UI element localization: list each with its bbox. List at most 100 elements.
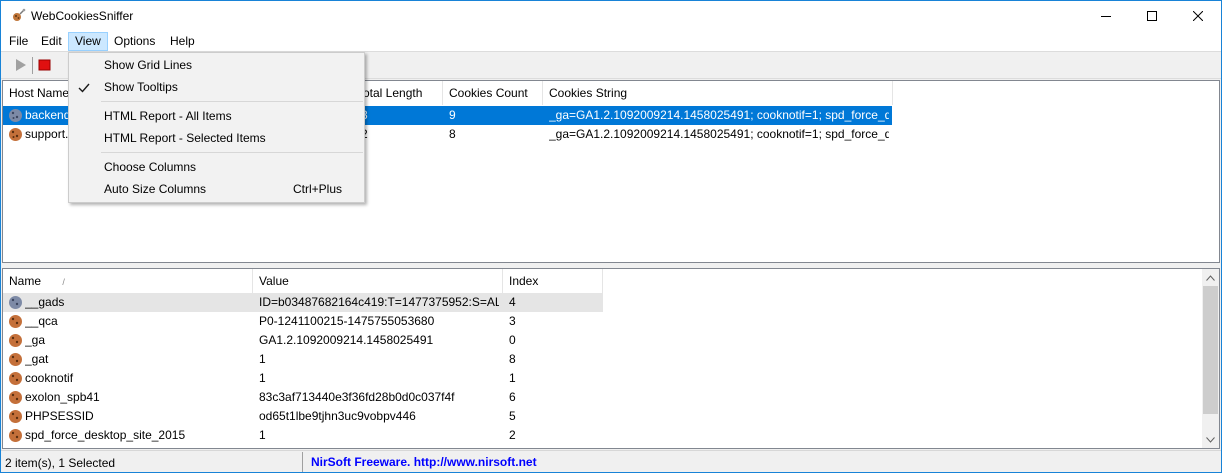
menu-item-label: HTML Report - All Items [104,109,232,123]
index-cell: 5 [509,409,516,423]
column-name-label: Name [9,274,42,288]
menu-item-show-grid-lines[interactable]: Show Grid Lines [71,54,362,76]
cookie-icon [8,409,23,424]
index-cell: 1 [509,371,516,385]
index-cell: 3 [509,314,516,328]
column-total-length-label: Total Length [357,86,423,100]
status-bar: 2 item(s), 1 Selected NirSoft Freeware. … [1,450,1221,472]
title-bar: WebCookiesSniffer [1,1,1221,31]
table-row[interactable]: spd_force_desktop_site_2015 1 2 [3,426,603,445]
status-divider [302,452,303,472]
table-row[interactable]: cooknotif 1 1 [3,369,603,388]
menu-item-choose-columns[interactable]: Choose Columns [71,156,362,178]
menu-item-label: Choose Columns [104,160,197,174]
count-cell: 8 [449,127,456,141]
cookies-list[interactable]: Name / Value Index __gads ID=b0348768216… [2,268,1220,449]
value-cell: od65t1lbe9tjhn3uc9vobpv446 [259,409,416,423]
name-cell: _ga [25,333,46,347]
menu-item-shortcut: Ctrl+Plus [292,182,342,196]
length-cell: 3 [361,106,441,125]
app-window: WebCookiesSniffer File Edit View Options… [0,0,1222,473]
view-menu-dropdown: Show Grid Lines Show Tooltips HTML Repor… [68,52,365,203]
status-count: 2 item(s), 1 Selected [5,456,116,470]
close-button[interactable] [1175,1,1221,31]
table-row[interactable]: exolon_spb41 83c3af713440e3f36fd28b0d0c0… [3,388,603,407]
menu-item-label: Auto Size Columns [104,182,207,196]
value-cell: GA1.2.1092009214.1458025491 [259,333,434,347]
cookie-icon [8,333,23,348]
toolbar-separator [32,57,33,74]
cookie-icon [8,108,23,123]
column-cookies-string[interactable]: Cookies String [543,81,893,105]
cookie-icon [8,390,23,405]
column-cookies-count[interactable]: Cookies Count [443,81,543,105]
menu-item-label: Show Grid Lines [104,58,193,72]
name-cell: _gat [25,352,49,366]
column-value[interactable]: Value [253,269,503,293]
string-cell: _ga=GA1.2.1092009214.1458025491; cooknot… [549,127,889,141]
maximize-button[interactable] [1129,1,1175,31]
table-row[interactable]: __gads ID=b03487682164c419:T=1477375952:… [3,293,603,312]
table-row[interactable]: __qca P0-1241100215-1475755053680 3 [3,312,603,331]
value-cell: 1 [259,371,266,385]
index-cell: 0 [509,333,516,347]
cookie-icon [8,295,23,310]
menu-edit[interactable]: Edit [35,32,68,51]
menu-item-label: HTML Report - Selected Items [104,131,266,145]
menu-options[interactable]: Options [108,32,161,51]
name-cell: spd_force_desktop_site_2015 [25,428,186,442]
sort-indicator: / [62,277,65,287]
scroll-down-icon[interactable] [1202,431,1219,448]
nirsoft-link[interactable]: NirSoft Freeware. http://www.nirsoft.net [311,455,537,469]
cookie-icon [8,127,23,142]
menu-separator [101,101,363,102]
name-cell: PHPSESSID [25,409,94,423]
app-icon [10,8,26,24]
name-cell: __gads [25,295,65,309]
length-cell: 2 [361,125,441,144]
menu-item-html-report-all[interactable]: HTML Report - All Items [71,105,362,127]
index-cell: 4 [509,295,516,309]
stop-icon[interactable] [37,57,53,73]
scroll-up-icon[interactable] [1202,269,1219,286]
index-cell: 6 [509,390,516,404]
name-cell: cooknotif [25,371,74,385]
string-cell: _ga=GA1.2.1092009214.1458025491; cooknot… [549,108,889,122]
menu-file[interactable]: File [3,32,34,51]
index-cell: 2 [509,428,516,442]
checkmark-icon [77,80,91,94]
cookie-icon [8,371,23,386]
name-cell: exolon_spb41 [25,390,100,404]
column-index[interactable]: Index [503,269,603,293]
menu-bar: File Edit View Options Help [1,31,1221,51]
menu-item-show-tooltips[interactable]: Show Tooltips [71,76,362,98]
maximize-icon [1147,11,1157,21]
value-cell: 83c3af713440e3f36fd28b0d0c037f4f [259,390,455,404]
scrollbar-thumb[interactable] [1203,286,1218,414]
count-cell: 9 [449,108,456,122]
menu-help[interactable]: Help [164,32,201,51]
value-cell: ID=b03487682164c419:T=1477375952:S=AL... [259,295,499,309]
minimize-icon [1101,16,1111,17]
value-cell: P0-1241100215-1475755053680 [259,314,435,328]
window-title: WebCookiesSniffer [31,9,134,23]
value-cell: 1 [259,352,266,366]
table-row[interactable]: _ga GA1.2.1092009214.1458025491 0 [3,331,603,350]
name-cell: __qca [25,314,58,328]
menu-item-html-report-selected[interactable]: HTML Report - Selected Items [71,127,362,149]
vertical-scrollbar[interactable] [1202,269,1219,448]
menu-item-auto-size-columns[interactable]: Auto Size Columns Ctrl+Plus [71,178,362,200]
value-cell: 1 [259,428,266,442]
column-name[interactable]: Name / [3,269,253,293]
cookie-icon [8,352,23,367]
index-cell: 8 [509,352,516,366]
menu-separator [101,152,363,153]
close-icon [1193,11,1203,21]
minimize-button[interactable] [1083,1,1129,31]
cookie-icon [8,428,23,443]
play-icon[interactable] [13,57,29,73]
column-total-length[interactable]: Total Length [357,81,443,105]
table-row[interactable]: PHPSESSID od65t1lbe9tjhn3uc9vobpv446 5 [3,407,603,426]
menu-view[interactable]: View [68,32,108,51]
table-row[interactable]: _gat 1 8 [3,350,603,369]
